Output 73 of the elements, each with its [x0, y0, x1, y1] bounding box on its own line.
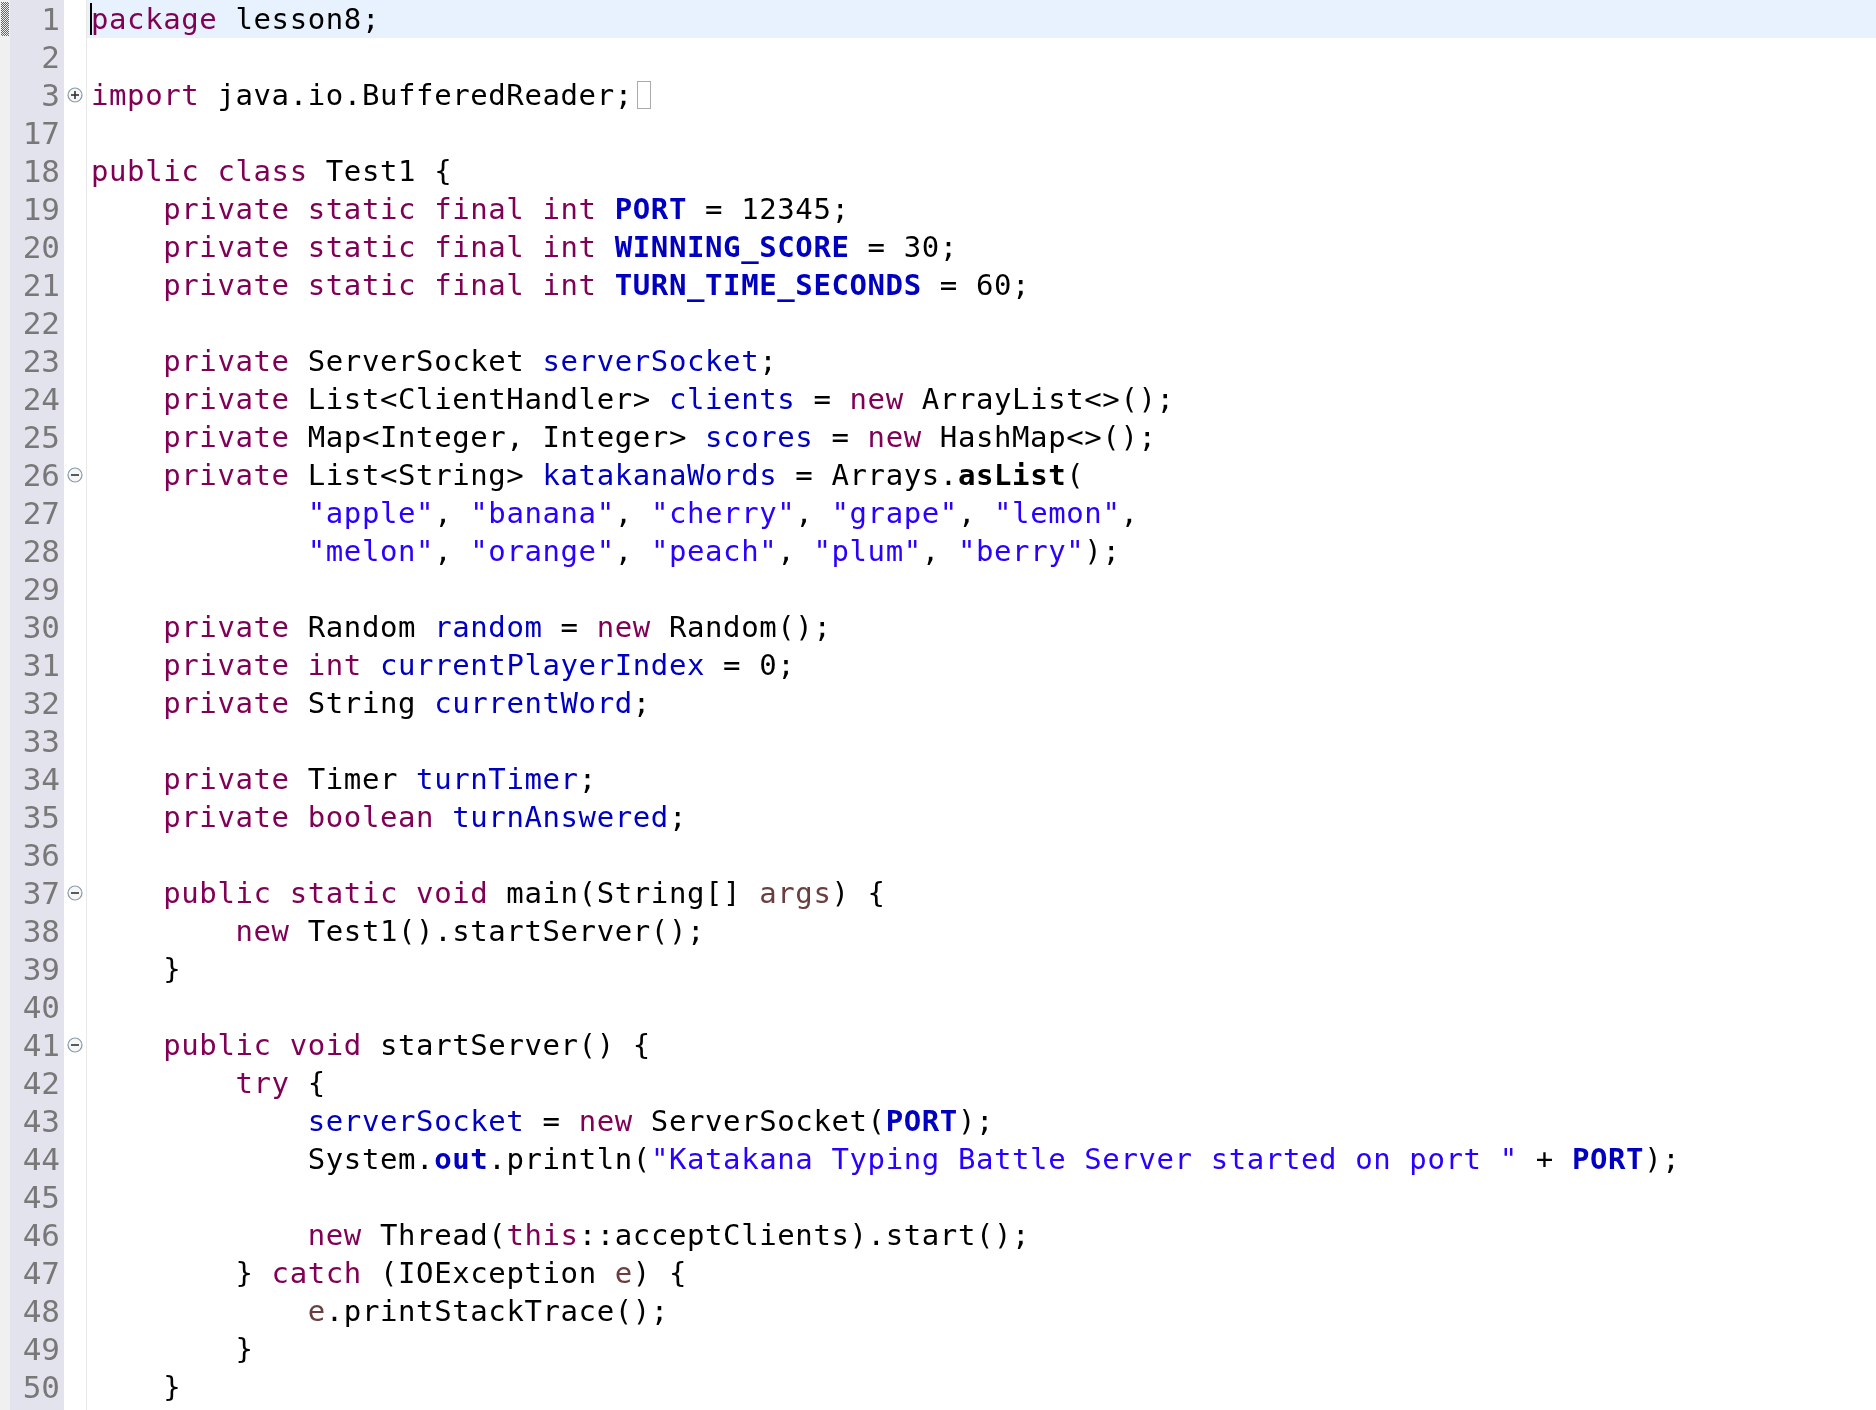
collapse-icon[interactable]: [67, 1037, 83, 1053]
folded-code-marker[interactable]: [636, 81, 651, 109]
line-number: 42: [21, 1064, 61, 1102]
code-line: public class Test1 {: [91, 154, 453, 188]
code-line: private boolean turnAnswered;: [162, 800, 687, 834]
line-number: 18: [21, 152, 61, 190]
line-number: 2: [40, 38, 61, 76]
code-line: private int currentPlayerIndex = 0;: [162, 648, 796, 682]
line-number: 36: [21, 836, 61, 874]
code-line: System.out.println("Katakana Typing Battle Server started on port " + PORT);: [306, 1142, 1681, 1176]
code-line: serverSocket = new ServerSocket(PORT);: [306, 1104, 995, 1138]
code-line: private Random random = new Random();: [162, 610, 832, 644]
code-line: "apple", "banana", "cherry", "grape", "lemon",: [306, 496, 1139, 530]
code-line: }: [234, 1332, 254, 1366]
line-number: 45: [21, 1178, 61, 1216]
code-line: public static void main(String[] args) {: [162, 876, 886, 910]
line-number: 20: [21, 228, 61, 266]
line-number: 50: [21, 1368, 61, 1406]
code-line: public void startServer() {: [162, 1028, 651, 1062]
line-number: 35: [21, 798, 61, 836]
line-number: 17: [21, 114, 61, 152]
line-number: 40: [21, 988, 61, 1026]
code-line: private static final int TURN_TIME_SECONDS = 60;: [162, 268, 1031, 302]
line-number: 19: [21, 190, 61, 228]
line-number: 1: [40, 0, 61, 38]
code-line: new Test1().startServer();: [234, 914, 706, 948]
line-number: 34: [21, 760, 61, 798]
collapse-icon[interactable]: [67, 467, 83, 483]
change-marker-icon: [1, 2, 9, 36]
code-line: try {: [234, 1066, 326, 1100]
line-number: 38: [21, 912, 61, 950]
code-line: e.printStackTrace();: [306, 1294, 669, 1328]
line-number: 30: [21, 608, 61, 646]
code-line: private Timer turnTimer;: [162, 762, 597, 796]
code-line: }: [162, 952, 182, 986]
line-number: 27: [21, 494, 61, 532]
line-number: 41: [21, 1026, 61, 1064]
expand-icon[interactable]: [67, 87, 83, 103]
line-number: 43: [21, 1102, 61, 1140]
line-number: 49: [21, 1330, 61, 1368]
line-number: 28: [21, 532, 61, 570]
line-number: 37: [21, 874, 61, 912]
code-line: }: [162, 1370, 182, 1404]
line-number: 44: [21, 1140, 61, 1178]
line-number: 21: [21, 266, 61, 304]
code-line: private static final int PORT = 12345;: [162, 192, 850, 226]
line-number: 39: [21, 950, 61, 988]
line-number: 25: [21, 418, 61, 456]
line-number: 24: [21, 380, 61, 418]
text-cursor: [90, 3, 92, 35]
line-number: 47: [21, 1254, 61, 1292]
collapse-icon[interactable]: [67, 885, 83, 901]
line-number: 22: [21, 304, 61, 342]
line-number: 23: [21, 342, 61, 380]
line-number: 48: [21, 1292, 61, 1330]
code-line: private ServerSocket serverSocket;: [162, 344, 778, 378]
line-number: 26: [21, 456, 61, 494]
code-line: import java.io.BufferedReader;: [91, 78, 633, 112]
code-line: package lesson8;: [91, 2, 380, 36]
line-number: 29: [21, 570, 61, 608]
code-line: private List<ClientHandler> clients = new ArrayList<>();: [162, 382, 1175, 416]
code-line: "melon", "orange", "peach", "plum", "berry");: [306, 534, 1121, 568]
code-line: private List<String> katakanaWords = Arrays.asList(: [162, 458, 1085, 492]
code-line: new Thread(this::acceptClients).start();: [306, 1218, 1031, 1252]
code-line: private static final int WINNING_SCORE = 30;: [162, 230, 958, 264]
line-number: 33: [21, 722, 61, 760]
code-line: private String currentWord;: [162, 686, 651, 720]
line-number: 32: [21, 684, 61, 722]
line-number: 31: [21, 646, 61, 684]
line-number: 3: [40, 76, 61, 114]
code-line: } catch (IOException e) {: [234, 1256, 687, 1290]
code-line: private Map<Integer, Integer> scores = new HashMap<>();: [162, 420, 1157, 454]
line-number: 46: [21, 1216, 61, 1254]
